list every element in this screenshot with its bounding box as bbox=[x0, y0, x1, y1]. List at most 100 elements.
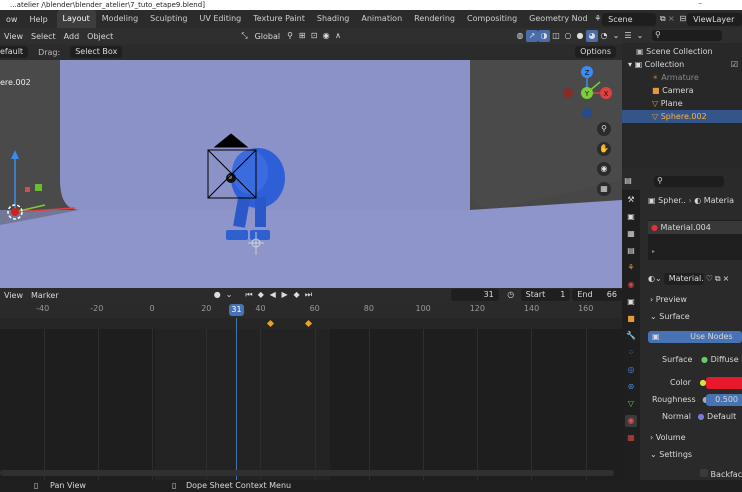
outliner-item-camera[interactable]: ■ Camera bbox=[622, 84, 742, 97]
overlay-icon[interactable]: ◑ bbox=[538, 30, 550, 42]
shading-solid-icon[interactable]: ● bbox=[574, 30, 586, 42]
menu-object[interactable]: Object bbox=[83, 32, 117, 41]
surface-section-header[interactable]: ⌄ Surface bbox=[650, 311, 690, 323]
normal-value[interactable]: Default bbox=[707, 412, 736, 421]
menu-help[interactable]: Help bbox=[23, 15, 53, 24]
material-slot-list[interactable]: ● Material.004 ▸ bbox=[648, 220, 742, 260]
tab-modeling[interactable]: Modeling bbox=[96, 10, 144, 28]
next-keyframe-icon[interactable]: ◆ bbox=[291, 289, 303, 301]
tab-sculpting[interactable]: Sculpting bbox=[144, 10, 193, 28]
playhead-frame-badge[interactable]: 31 bbox=[229, 304, 244, 316]
timeline-ruler[interactable]: -40 -20 0 20 40 60 80 100 120 140 160 31 bbox=[0, 302, 622, 318]
tab-compositing[interactable]: Compositing bbox=[461, 10, 523, 28]
outliner-item-armature[interactable]: ✴ Armature bbox=[622, 71, 742, 84]
view-layer-tab-icon[interactable]: ▤ bbox=[625, 245, 637, 257]
checkbox-icon[interactable] bbox=[700, 469, 708, 477]
shading-render-icon[interactable]: ◔ bbox=[598, 30, 610, 42]
outliner-item-sphere[interactable]: ▽ Sphere.002 bbox=[622, 110, 742, 123]
snap-target-icon[interactable]: ⊡ bbox=[308, 30, 320, 42]
camera-view-icon[interactable]: ◉ bbox=[597, 162, 611, 176]
perspective-grid-icon[interactable]: ▦ bbox=[597, 182, 611, 196]
prev-keyframe-icon[interactable]: ◆ bbox=[255, 289, 267, 301]
tab-texture-paint[interactable]: Texture Paint bbox=[247, 10, 311, 28]
options-dropdown[interactable]: Options bbox=[575, 46, 616, 58]
start-frame-field[interactable]: Start 1 bbox=[520, 289, 571, 301]
transform-orientation-icon[interactable]: ⤡ bbox=[239, 30, 251, 42]
shading-wire-icon[interactable]: ○ bbox=[562, 30, 574, 42]
filter-icon[interactable]: ⌄ bbox=[634, 30, 646, 42]
use-nodes-button[interactable]: ▣ Use Nodes bbox=[648, 331, 742, 343]
shading-material-icon[interactable]: ◕ bbox=[586, 30, 598, 42]
pan-hand-icon[interactable]: ✋ bbox=[597, 142, 611, 156]
current-frame-field[interactable]: 31 bbox=[451, 289, 499, 301]
properties-search-input[interactable]: ⚲ bbox=[654, 175, 724, 187]
outliner-collection[interactable]: ▾ ▣ Collection ☑ bbox=[622, 58, 742, 71]
tab-shading[interactable]: Shading bbox=[311, 10, 356, 28]
view-layer-icon[interactable]: ⊟ bbox=[679, 13, 688, 25]
list-expand-icon[interactable]: ▸ bbox=[652, 248, 655, 255]
jump-end-icon[interactable]: ⏭ bbox=[302, 289, 314, 301]
collection-tab-icon[interactable]: ▣ bbox=[625, 296, 637, 308]
tab-uv-editing[interactable]: UV Editing bbox=[194, 10, 248, 28]
unlink-material-icon[interactable]: × bbox=[723, 273, 730, 285]
material-browse-icon[interactable]: ◐⌄ bbox=[648, 273, 662, 285]
record-icon[interactable]: ● bbox=[211, 289, 223, 301]
menu-window[interactable]: ow bbox=[0, 15, 23, 24]
texture-tab-icon[interactable]: ▦ bbox=[625, 432, 637, 444]
tab-geometry-nodes[interactable]: Geometry Nod bbox=[523, 10, 593, 28]
material-tab-icon[interactable]: ◉ bbox=[625, 415, 637, 427]
duplicate-material-icon[interactable]: ⧉ bbox=[715, 273, 721, 285]
menu-select[interactable]: Select bbox=[27, 32, 60, 41]
object-tab-icon[interactable]: ■ bbox=[625, 313, 637, 325]
clock-icon[interactable]: ◷ bbox=[505, 289, 517, 301]
settings-section-header[interactable]: ⌄ Settings bbox=[650, 449, 692, 461]
jump-start-icon[interactable]: ⏮ bbox=[243, 289, 255, 301]
render-tab-icon[interactable]: ▣ bbox=[625, 211, 637, 223]
volume-section-header[interactable]: › Volume bbox=[650, 432, 686, 444]
output-tab-icon[interactable]: ▦ bbox=[625, 228, 637, 240]
scene-icon[interactable]: ⚘ bbox=[594, 13, 603, 25]
outliner-item-plane[interactable]: ▽ Plane bbox=[622, 97, 742, 110]
play-icon[interactable]: ▶ bbox=[279, 289, 291, 301]
drag-dropdown[interactable]: Select Box bbox=[70, 46, 123, 58]
fake-user-icon[interactable]: ♡ bbox=[706, 273, 713, 285]
preview-section-header[interactable]: › Preview bbox=[650, 294, 687, 306]
scene-selector[interactable]: Scene bbox=[602, 12, 656, 26]
snap-icon[interactable]: ⊞ bbox=[296, 30, 308, 42]
play-reverse-icon[interactable]: ◀ bbox=[267, 289, 279, 301]
data-tab-icon[interactable]: ▽ bbox=[625, 398, 637, 410]
mode-dropdown[interactable]: efault bbox=[0, 46, 29, 58]
horizontal-scrollbar[interactable] bbox=[0, 470, 614, 476]
visibility-icon[interactable]: ◍ bbox=[514, 30, 526, 42]
proportional-edit-icon[interactable]: ◉ bbox=[320, 30, 332, 42]
material-name-field[interactable]: Material.. bbox=[663, 273, 704, 285]
checkbox-icon[interactable]: ☑ bbox=[731, 58, 738, 71]
material-slot-row[interactable]: ● Material.004 bbox=[648, 221, 742, 234]
world-tab-icon[interactable]: ◉ bbox=[625, 279, 637, 291]
gizmo-icon[interactable]: ↗ bbox=[526, 30, 538, 42]
color-swatch[interactable] bbox=[706, 377, 742, 389]
particles-tab-icon[interactable]: ⁘ bbox=[625, 347, 637, 359]
menu-view[interactable]: View bbox=[0, 32, 27, 41]
new-scene-icon[interactable]: ⧉ bbox=[658, 13, 667, 25]
3d-viewport[interactable]: Z X Y ere.002 ⚲ ✋ ◉ ▦ bbox=[0, 60, 622, 288]
timeline-menu-view[interactable]: View bbox=[0, 291, 27, 300]
xray-icon[interactable]: ◫ bbox=[550, 30, 562, 42]
roughness-slider[interactable]: 0.500 bbox=[706, 394, 742, 406]
tool-tab-icon[interactable]: ⚒ bbox=[625, 194, 637, 206]
scene-tab-icon[interactable]: ⚘ bbox=[625, 262, 637, 274]
physics-tab-icon[interactable]: ◎ bbox=[625, 364, 637, 376]
minimize-button[interactable]: – bbox=[699, 0, 703, 8]
zoom-icon[interactable]: ⚲ bbox=[597, 122, 611, 136]
view-layer-selector[interactable]: ViewLayer bbox=[687, 12, 742, 26]
delete-scene-icon[interactable]: × bbox=[667, 13, 676, 25]
outliner-editor-type-icon[interactable]: ☰ bbox=[622, 30, 634, 42]
tab-layout[interactable]: Layout bbox=[56, 10, 96, 28]
timeline-menu-marker[interactable]: Marker bbox=[27, 291, 63, 300]
properties-editor-icon[interactable]: ▤ bbox=[622, 175, 634, 187]
modifier-tab-icon[interactable]: 🔧 bbox=[625, 330, 637, 342]
shading-options-icon[interactable]: ⌄ bbox=[610, 30, 622, 42]
surface-shader-dropdown[interactable]: Diffuse BS bbox=[711, 355, 742, 364]
timeline-area[interactable] bbox=[0, 318, 622, 480]
outliner-search-input[interactable]: ⚲ bbox=[652, 30, 722, 41]
